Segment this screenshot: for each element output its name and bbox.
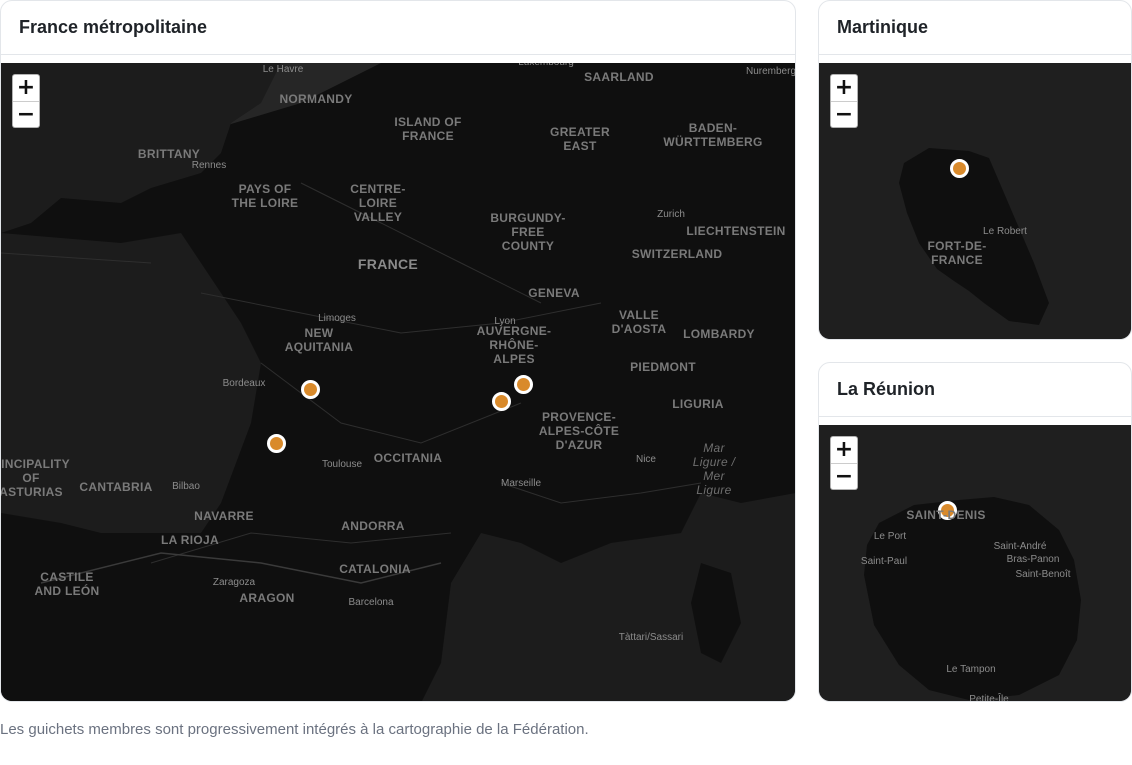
- map-city-label: Rennes: [191, 160, 227, 171]
- map-region-label: BURGUNDY- FREE COUNTY: [490, 211, 566, 253]
- map-city-label: Nice: [635, 454, 657, 465]
- zoom-in-button[interactable]: +: [831, 437, 857, 463]
- map-region-label: GENEVA: [528, 286, 580, 300]
- map-city-label: Marseille: [500, 478, 542, 489]
- card-title: La Réunion: [819, 363, 1131, 417]
- map-region-label: LIECHTENSTEIN: [686, 224, 786, 238]
- map-metro[interactable]: + − UPPER FRANCELUXEMBOURGLuxembourgFran…: [1, 63, 795, 701]
- map-background: [819, 63, 1131, 339]
- card-title: Martinique: [819, 1, 1131, 55]
- map-city-label: Le Port: [873, 531, 907, 542]
- map-city-label: Zurich: [657, 209, 685, 220]
- map-city-label: Luxembourg: [518, 63, 574, 70]
- map-region-label: CATALONIA: [339, 562, 411, 576]
- map-card-reunion: La Réunion + − SAINT-DENIS Le Port Saint-P…: [818, 362, 1132, 702]
- zoom-control: + −: [12, 74, 40, 128]
- map-region-label: OCCITANIA: [373, 451, 443, 465]
- zoom-out-button[interactable]: −: [13, 101, 39, 127]
- map-region-label: PIEDMONT: [630, 360, 696, 374]
- map-region-label: FRANCE: [357, 256, 419, 272]
- map-region-label: CANTABRIA: [79, 480, 153, 494]
- map-region-label: SAARLAND: [584, 70, 654, 84]
- map-region-label: SAINT-DENIS: [906, 508, 986, 522]
- map-city-label: Le Robert: [983, 226, 1027, 237]
- map-city-label: Zaragoza: [212, 577, 256, 588]
- map-region-label: FORT-DE- FRANCE: [927, 239, 987, 267]
- map-city-label: Barcelona: [348, 597, 394, 608]
- map-caption: Les guichets membres sont progressivemen…: [0, 721, 589, 738]
- map-city-label: Saint-André: [993, 541, 1047, 552]
- map-city-label: Nuremberg: [745, 66, 795, 77]
- map-region-label: SWITZERLAND: [631, 247, 723, 261]
- map-card-metro: France métropolitaine + − UPPER FRANCELU…: [0, 0, 796, 702]
- map-reunion[interactable]: + − SAINT-DENIS Le Port Saint-Paul Saint-An…: [819, 425, 1131, 701]
- zoom-control: + −: [830, 74, 858, 128]
- map-region-label: BRITTANY: [137, 147, 201, 161]
- map-martinique[interactable]: + − Le Robert FORT-DE- FRANCE: [819, 63, 1131, 339]
- map-city-label: Tàttari/Sassari: [618, 632, 684, 643]
- zoom-in-button[interactable]: +: [13, 75, 39, 101]
- map-city-label: Limoges: [318, 313, 356, 324]
- map-region-label: LIGURIA: [672, 397, 724, 411]
- map-region-label: CENTRE- LOIRE VALLEY: [350, 182, 406, 224]
- map-city-label: Bras-Panon: [1006, 554, 1060, 565]
- map-region-label: LOMBARDY: [683, 327, 755, 341]
- map-city-label: Saint-Paul: [860, 556, 908, 567]
- map-region-label: NEW AQUITANIA: [284, 326, 354, 354]
- location-marker[interactable]: [266, 433, 286, 453]
- zoom-in-button[interactable]: +: [831, 75, 857, 101]
- map-region-label: ISLAND OF FRANCE: [394, 115, 462, 143]
- map-region-label: ARAGON: [239, 591, 295, 605]
- map-city-label: Saint-Benoît: [1015, 569, 1071, 580]
- zoom-control: + −: [830, 436, 858, 490]
- map-region-label: Mar Ligure / Mer Ligure: [692, 441, 736, 497]
- map-region-label: NAVARRE: [194, 509, 254, 523]
- map-region-label: RINCIPALITY OF ASTURIAS: [1, 457, 70, 499]
- map-city-label: Le Havre: [262, 64, 304, 75]
- map-region-label: NORMANDY: [279, 92, 353, 106]
- map-region-label: AUVERGNE- RHÔNE- ALPES: [476, 324, 552, 366]
- map-card-martinique: Martinique + − Le Robert FORT-DE- FRANCE: [818, 0, 1132, 340]
- map-region-label: GREATER EAST: [550, 125, 610, 153]
- map-city-label: Toulouse: [321, 459, 363, 470]
- location-marker[interactable]: [949, 158, 969, 178]
- map-region-label: ANDORRA: [341, 519, 405, 533]
- map-background: [1, 63, 795, 701]
- map-region-label: PAYS OF THE LOIRE: [231, 182, 299, 210]
- location-marker[interactable]: [513, 374, 533, 394]
- zoom-out-button[interactable]: −: [831, 101, 857, 127]
- map-region-label: CASTILE AND LEÓN: [34, 570, 100, 598]
- card-title: France métropolitaine: [1, 1, 795, 55]
- map-region-label: LA RIOJA: [161, 533, 219, 547]
- map-city-label: Bordeaux: [222, 378, 266, 389]
- map-city-label: Le Tampon: [946, 664, 996, 675]
- zoom-out-button[interactable]: −: [831, 463, 857, 489]
- location-marker[interactable]: [491, 391, 511, 411]
- map-region-label: BADEN- WÜRTTEMBERG: [663, 121, 763, 149]
- location-marker[interactable]: [300, 379, 320, 399]
- map-city-label: Petite-Île: [969, 694, 1009, 701]
- map-region-label: VALLE D'AOSTA: [611, 308, 667, 336]
- map-city-label: Bilbao: [172, 481, 200, 492]
- map-region-label: PROVENCE- ALPES-CÔTE D'AZUR: [538, 410, 620, 452]
